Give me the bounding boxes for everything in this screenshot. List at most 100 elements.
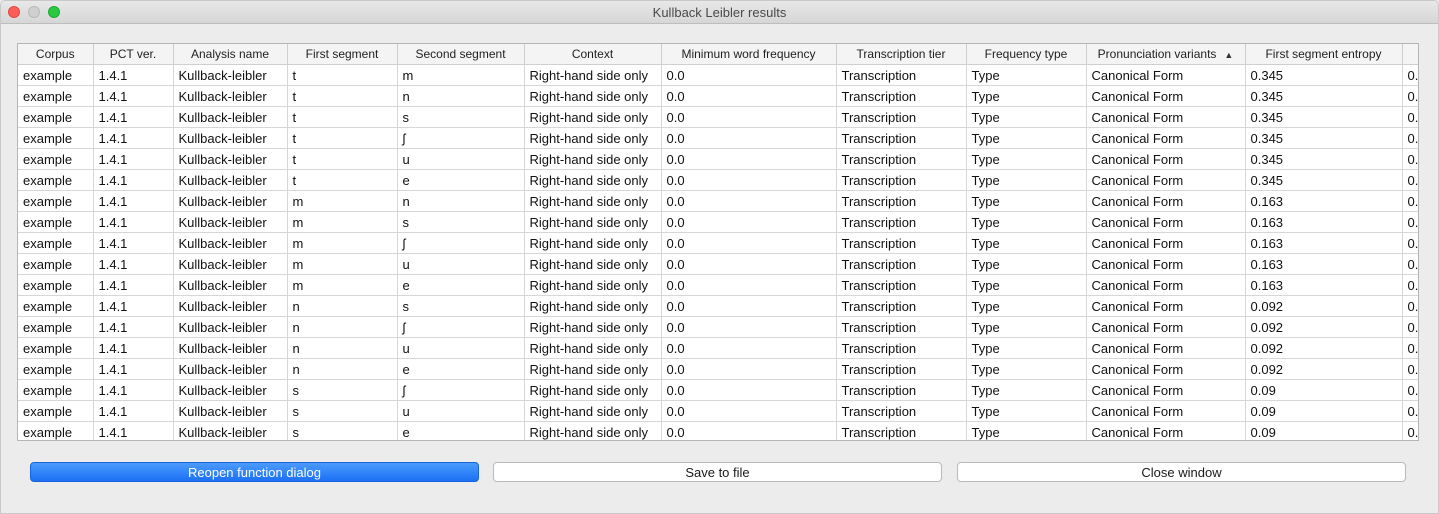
table-cell[interactable]: Type [966, 127, 1087, 149]
table-cell[interactable]: Canonical Form [1086, 358, 1246, 380]
table-cell[interactable]: 0.0 [661, 421, 837, 440]
table-cell[interactable]: 0.163 [1245, 211, 1403, 233]
table-row[interactable]: example 1.4.1 Kullback-leibler m n Right-hand… [18, 190, 1418, 212]
table-cell[interactable]: t [287, 127, 398, 149]
table-cell[interactable]: Transcription [836, 358, 967, 380]
table-cell[interactable]: 1.4.1 [93, 400, 174, 422]
table-cell[interactable]: Kullback-leibler [173, 232, 288, 254]
table-cell[interactable]: 1.4.1 [93, 85, 174, 107]
table-cell[interactable]: Canonical Form [1086, 316, 1246, 338]
table-cell[interactable]: Kullback-leibler [173, 253, 288, 275]
table-row[interactable]: example 1.4.1 Kullback-leibler s u Right-hand… [18, 400, 1418, 422]
table-cell[interactable]: 0.0 [661, 64, 837, 86]
table-cell[interactable]: 0.0 [661, 148, 837, 170]
table-cell[interactable]: Right-hand side only [524, 106, 662, 128]
table-cell[interactable]: 0.0 [661, 379, 837, 401]
table-cell[interactable]: 0.345 [1245, 148, 1403, 170]
table-cell[interactable]: 0.0 [661, 169, 837, 191]
table-cell[interactable]: Kullback-leibler [173, 421, 288, 440]
table-cell[interactable]: 1.4.1 [93, 190, 174, 212]
table-cell[interactable]: 0.0 [661, 400, 837, 422]
table-cell[interactable]: 0.092 [1245, 337, 1403, 359]
table-cell[interactable]: 0.0 [661, 211, 837, 233]
table-cell[interactable]: Right-hand side only [524, 400, 662, 422]
table-cell[interactable]: 0. [1402, 85, 1418, 107]
table-cell[interactable]: Canonical Form [1086, 169, 1246, 191]
table-cell[interactable]: Type [966, 148, 1087, 170]
table-cell[interactable]: example [18, 85, 94, 107]
table-cell[interactable]: Right-hand side only [524, 64, 662, 86]
table-cell[interactable]: Transcription [836, 106, 967, 128]
table-cell[interactable]: u [397, 253, 525, 275]
table-cell[interactable]: 1.4.1 [93, 148, 174, 170]
table-cell[interactable]: t [287, 148, 398, 170]
table-cell[interactable]: 0.092 [1245, 295, 1403, 317]
table-cell[interactable]: 0.0 [661, 190, 837, 212]
column-header[interactable]: Transcription tier [836, 44, 967, 65]
table-cell[interactable]: 0.163 [1245, 253, 1403, 275]
table-cell[interactable]: Type [966, 64, 1087, 86]
table-cell[interactable]: 0. [1402, 295, 1418, 317]
table-cell[interactable]: Transcription [836, 400, 967, 422]
table-cell[interactable]: u [397, 400, 525, 422]
column-header[interactable]: Corpus [18, 44, 94, 65]
table-cell[interactable]: 1.4.1 [93, 253, 174, 275]
table-cell[interactable]: example [18, 232, 94, 254]
table-cell[interactable]: 0.0 [661, 85, 837, 107]
table-cell[interactable]: Transcription [836, 211, 967, 233]
table-cell[interactable]: Kullback-leibler [173, 358, 288, 380]
table-cell[interactable]: 0. [1402, 379, 1418, 401]
table-cell[interactable]: 1.4.1 [93, 106, 174, 128]
table-cell[interactable]: Canonical Form [1086, 337, 1246, 359]
table-cell[interactable]: Kullback-leibler [173, 127, 288, 149]
table-row[interactable]: example 1.4.1 Kullback-leibler t m Right-hand… [18, 64, 1418, 86]
table-cell[interactable]: 1.4.1 [93, 274, 174, 296]
table-cell[interactable]: Right-hand side only [524, 337, 662, 359]
table-cell[interactable]: 0.0 [661, 295, 837, 317]
results-table-container[interactable]: Corpus PCT ver. Analysis name First segment… [17, 43, 1419, 441]
column-header[interactable]: Minimum word frequency [661, 44, 837, 65]
table-row[interactable]: example 1.4.1 Kullback-leibler t e Right-hand… [18, 169, 1418, 191]
table-cell[interactable]: example [18, 64, 94, 86]
table-cell[interactable]: Type [966, 190, 1087, 212]
table-row[interactable]: example 1.4.1 Kullback-leibler m ʃ Right-hand… [18, 232, 1418, 254]
table-cell[interactable]: 0. [1402, 253, 1418, 275]
table-cell[interactable]: 0. [1402, 232, 1418, 254]
table-cell[interactable]: Transcription [836, 337, 967, 359]
table-cell[interactable]: 0. [1402, 64, 1418, 86]
table-cell[interactable]: Transcription [836, 379, 967, 401]
table-cell[interactable]: example [18, 169, 94, 191]
table-cell[interactable]: m [287, 274, 398, 296]
table-cell[interactable]: example [18, 148, 94, 170]
table-cell[interactable]: Type [966, 379, 1087, 401]
table-cell[interactable]: Kullback-leibler [173, 379, 288, 401]
column-header[interactable]: Second segment [397, 44, 525, 65]
table-cell[interactable]: example [18, 211, 94, 233]
table-cell[interactable]: 0. [1402, 316, 1418, 338]
column-header[interactable]: First segment entropy [1245, 44, 1403, 65]
table-cell[interactable]: example [18, 127, 94, 149]
table-cell[interactable]: 0. [1402, 358, 1418, 380]
table-cell[interactable]: Kullback-leibler [173, 211, 288, 233]
table-cell[interactable]: 0. [1402, 169, 1418, 191]
table-cell[interactable]: Right-hand side only [524, 127, 662, 149]
column-header[interactable]: Frequency type [966, 44, 1087, 65]
table-cell[interactable]: 0.163 [1245, 190, 1403, 212]
table-row[interactable]: example 1.4.1 Kullback-leibler t n Right-hand… [18, 85, 1418, 107]
table-cell[interactable]: Transcription [836, 295, 967, 317]
table-cell[interactable]: Right-hand side only [524, 316, 662, 338]
table-cell[interactable]: Type [966, 169, 1087, 191]
table-cell[interactable]: Canonical Form [1086, 106, 1246, 128]
table-cell[interactable]: Right-hand side only [524, 148, 662, 170]
table-cell[interactable]: 0.0 [661, 274, 837, 296]
table-cell[interactable]: Canonical Form [1086, 211, 1246, 233]
table-cell[interactable]: 0.09 [1245, 421, 1403, 440]
table-row[interactable]: example 1.4.1 Kullback-leibler n u Right-hand… [18, 337, 1418, 359]
table-cell[interactable]: ʃ [397, 379, 525, 401]
table-cell[interactable]: 0.0 [661, 127, 837, 149]
table-cell[interactable]: e [397, 274, 525, 296]
table-cell[interactable]: Canonical Form [1086, 64, 1246, 86]
table-cell[interactable]: Canonical Form [1086, 85, 1246, 107]
table-cell[interactable]: 0.09 [1245, 379, 1403, 401]
table-cell[interactable]: Transcription [836, 169, 967, 191]
